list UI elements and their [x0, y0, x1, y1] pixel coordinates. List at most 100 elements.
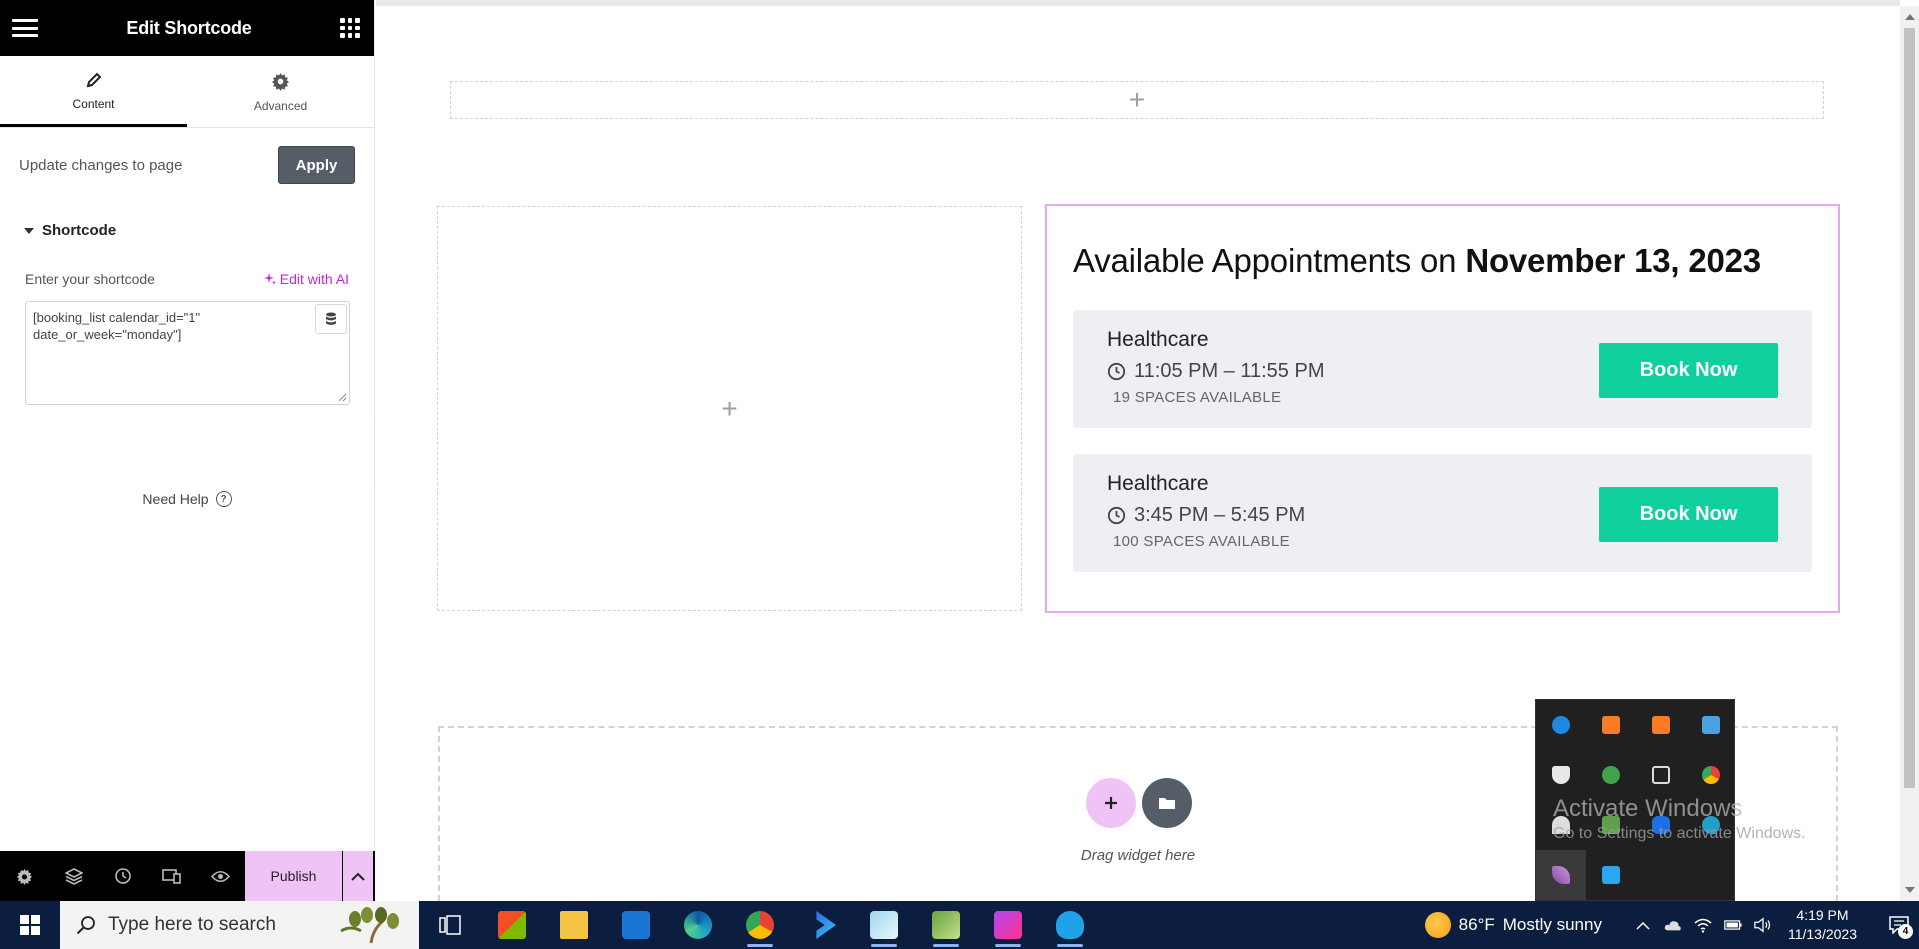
mysql-workbench-icon[interactable]: [1039, 901, 1101, 949]
tab-advanced[interactable]: Advanced: [187, 56, 374, 127]
partly-sunny-icon: [1424, 912, 1451, 938]
shortcode-textarea[interactable]: [booking_list calendar_id="1" date_or_we…: [26, 302, 349, 404]
pencil-icon: [85, 69, 103, 91]
plus-icon: +: [721, 392, 738, 424]
xampp-icon[interactable]: [1636, 700, 1686, 750]
feather-app-icon[interactable]: [1536, 850, 1586, 900]
battery-icon[interactable]: [1724, 916, 1742, 934]
edit-with-ai-link[interactable]: Edit with AI: [263, 271, 349, 287]
section-title: Shortcode: [42, 222, 117, 239]
preview-eye-icon[interactable]: [196, 851, 245, 901]
notification-center-button[interactable]: 4: [1879, 901, 1919, 949]
section-toggle-shortcode[interactable]: Shortcode: [0, 184, 374, 239]
add-template-button[interactable]: [1142, 778, 1192, 828]
cloud-status-icon[interactable]: [1664, 916, 1682, 934]
panel-footer-toolbar: Publish: [0, 851, 375, 901]
app-window-icon[interactable]: [1586, 850, 1636, 900]
page-scrollbar[interactable]: [1900, 6, 1919, 901]
start-button[interactable]: [0, 901, 60, 949]
update-changes-label: Update changes to page: [19, 156, 183, 174]
wifi-icon[interactable]: [1694, 916, 1712, 934]
need-help-label: Need Help: [142, 491, 209, 507]
volume-icon[interactable]: [1754, 916, 1772, 934]
windows-logo-icon: [20, 915, 40, 935]
scrollbar-thumb[interactable]: [1904, 28, 1915, 788]
hamburger-menu-icon[interactable]: [12, 19, 38, 37]
shortcode-field-row: Enter your shortcode Edit with AI: [0, 239, 374, 287]
shortcode-field-label: Enter your shortcode: [25, 271, 155, 287]
tab-content[interactable]: Content: [0, 56, 187, 127]
phpstorm-icon[interactable]: [977, 901, 1039, 949]
dynamic-tags-button[interactable]: [315, 304, 347, 334]
phone-link-icon[interactable]: [1636, 750, 1686, 800]
widgets-grid-icon[interactable]: [340, 18, 360, 38]
notification-count-badge: 4: [1898, 924, 1913, 939]
notepad-icon[interactable]: [853, 901, 915, 949]
scroll-down-arrow-icon[interactable]: [1905, 887, 1915, 893]
tray-overflow-popup: [1535, 699, 1735, 901]
sparkle-icon: [263, 273, 276, 285]
app-tray-icon[interactable]: [1536, 800, 1586, 850]
weather-text: Mostly sunny: [1502, 915, 1602, 934]
windows-taskbar: Type here to search 86°F Mostly sunny 4:…: [0, 901, 1919, 949]
edit-with-ai-label: Edit with AI: [279, 271, 349, 287]
heading-prefix: Available Appointments on: [1073, 242, 1457, 279]
clock-icon: [1107, 362, 1126, 381]
caret-down-icon: [24, 227, 34, 234]
update-row: Update changes to page Apply: [0, 128, 374, 184]
bing-chat-icon[interactable]: [791, 901, 853, 949]
system-tray: 86°F Mostly sunny 4:19 PM 11/13/2023 4: [1424, 901, 1919, 949]
gear-icon: [271, 71, 290, 93]
microsoft-store-icon[interactable]: [481, 901, 543, 949]
cloud-sync-icon[interactable]: [1536, 700, 1586, 750]
apply-button[interactable]: Apply: [278, 146, 355, 184]
tab-content-label: Content: [72, 97, 115, 111]
scroll-up-arrow-icon[interactable]: [1905, 14, 1915, 20]
shortcode-widget[interactable]: Available Appointments on November 13, 2…: [1045, 204, 1840, 613]
plus-icon: [1105, 797, 1117, 809]
need-help-link[interactable]: Need Help ?: [0, 491, 374, 507]
chrome-browser-icon[interactable]: [729, 901, 791, 949]
empty-column[interactable]: +: [437, 206, 1022, 611]
settings-icon[interactable]: [0, 851, 49, 901]
search-highlight-olive-icon: [340, 907, 399, 944]
node-icon[interactable]: [1586, 800, 1636, 850]
image-editor-icon[interactable]: [915, 901, 977, 949]
publish-button[interactable]: Publish: [245, 851, 343, 901]
bluetooth-icon[interactable]: [1636, 800, 1686, 850]
responsive-icon[interactable]: [147, 851, 196, 901]
chevron-up-icon[interactable]: [1634, 916, 1652, 934]
system-icons: [1634, 916, 1772, 934]
layers-icon[interactable]: [49, 851, 98, 901]
clock-icon: [1107, 506, 1126, 525]
network-app-icon[interactable]: [1686, 700, 1736, 750]
task-view-icon[interactable]: [419, 901, 481, 949]
edge-icon[interactable]: [1686, 800, 1736, 850]
history-icon[interactable]: [98, 851, 147, 901]
tab-advanced-label: Advanced: [253, 98, 308, 113]
file-explorer-icon[interactable]: [543, 901, 605, 949]
chrome-icon[interactable]: [1686, 750, 1736, 800]
weather-widget[interactable]: 86°F Mostly sunny: [1424, 912, 1602, 938]
book-now-button[interactable]: Book Now: [1599, 487, 1778, 542]
resize-grip-icon[interactable]: [337, 392, 347, 402]
chevron-up-icon: [351, 872, 365, 881]
book-now-button[interactable]: Book Now: [1599, 343, 1778, 398]
search-placeholder: Type here to search: [108, 914, 276, 935]
edge-browser-icon[interactable]: [667, 901, 729, 949]
add-section-button[interactable]: [1086, 778, 1136, 828]
shortcode-textarea-wrapper: [booking_list calendar_id="1" date_or_we…: [25, 301, 350, 405]
question-circle-icon: ?: [215, 491, 232, 507]
sync-globe-icon[interactable]: [1586, 750, 1636, 800]
add-section-top[interactable]: +: [450, 81, 1824, 119]
taskbar-search-input[interactable]: Type here to search: [60, 901, 419, 949]
search-icon: [76, 916, 95, 935]
security-shield-icon[interactable]: [1536, 750, 1586, 800]
xampp-icon[interactable]: [1586, 700, 1636, 750]
mail-icon[interactable]: [605, 901, 667, 949]
appointments-heading: Available Appointments on November 13, 2…: [1073, 242, 1812, 280]
appointment-time-text: 11:05 PM – 11:55 PM: [1134, 360, 1325, 382]
plus-icon: +: [1128, 84, 1146, 115]
publish-options-button[interactable]: [343, 851, 373, 901]
taskbar-clock[interactable]: 4:19 PM 11/13/2023: [1788, 906, 1857, 944]
